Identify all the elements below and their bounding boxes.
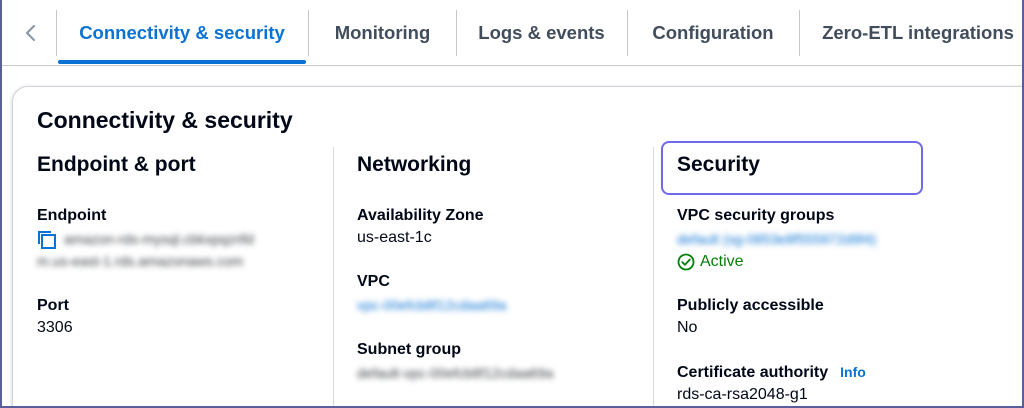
connectivity-security-container: Connectivity & security Endpoint & port … (12, 86, 1022, 406)
certificate-authority-field: Certificate authority Info rds-ca-rsa2048… (677, 361, 997, 406)
security-group-status: Active (677, 251, 997, 273)
copy-icon[interactable] (36, 229, 58, 251)
column-divider (653, 147, 654, 406)
tab-divider (308, 10, 309, 56)
tab-connectivity-security[interactable]: Connectivity & security (58, 0, 306, 66)
vpc-link[interactable]: vpc-00efcb8f12cdaa69a (357, 293, 637, 317)
certificate-authority-info-link[interactable]: Info (840, 364, 866, 380)
certificate-authority-label-row: Certificate authority Info (677, 361, 997, 384)
endpoint-port-column: Endpoint & port Endpoint amazon-rds-mysq… (37, 153, 317, 361)
networking-column: Networking Availability Zone us-east-1c … (357, 153, 637, 406)
security-group-link[interactable]: default (sg-0853e8f555972d9f4) (677, 227, 997, 251)
certificate-authority-label: Certificate authority (677, 364, 829, 381)
tab-label: Logs & events (478, 22, 605, 43)
vpc-security-groups-field: VPC security groups default (sg-0853e8f5… (677, 205, 997, 273)
endpoint-value-line2: m.us-east-1.rds.amazonaws.com (37, 253, 244, 269)
publicly-accessible-value: No (677, 319, 698, 336)
tab-label: Zero-ETL integrations (822, 22, 1014, 43)
tabs-scroll-left-button[interactable] (16, 18, 46, 48)
endpoint-value-line1: amazon-rds-mysql.cbkxpqzrifd (64, 231, 254, 247)
tab-logs-events[interactable]: Logs & events (457, 0, 626, 66)
check-circle-icon (677, 253, 695, 271)
tab-label: Configuration (652, 22, 774, 43)
availability-zone-label: Availability Zone (357, 207, 484, 224)
vpc-security-groups-label: VPC security groups (677, 207, 835, 224)
section-title-networking: Networking (357, 153, 472, 176)
container-title: Connectivity & security (37, 107, 293, 133)
column-divider (333, 147, 334, 406)
subnet-group-field: Subnet group default-vpc-00efcb8f12cdaa6… (357, 339, 637, 385)
endpoint-label: Endpoint (37, 207, 107, 224)
port-value: 3306 (37, 319, 73, 336)
endpoint-field: Endpoint amazon-rds-mysql.cbkxpqzrifd m.… (37, 205, 317, 273)
vpc-label: VPC (357, 273, 390, 290)
chevron-left-icon (25, 24, 36, 42)
tab-configuration[interactable]: Configuration (628, 0, 798, 66)
publicly-accessible-label: Publicly accessible (677, 297, 824, 314)
status-label: Active (700, 253, 744, 270)
availability-zone-value: us-east-1c (357, 229, 432, 246)
port-field: Port 3306 (37, 295, 317, 339)
section-title-endpoint-port: Endpoint & port (37, 153, 196, 176)
port-label: Port (37, 297, 69, 314)
publicly-accessible-field: Publicly accessible No (677, 295, 997, 339)
subnet-group-label: Subnet group (357, 341, 461, 358)
endpoint-value-row: amazon-rds-mysql.cbkxpqzrifd (37, 227, 317, 251)
vpc-field: VPC vpc-00efcb8f12cdaa69a (357, 271, 637, 317)
security-group-highlight (661, 141, 923, 195)
tab-bar: Connectivity & security Monitoring Logs … (2, 0, 1022, 66)
tab-divider (56, 10, 57, 56)
tab-zero-etl-integrations[interactable]: Zero-ETL integrations (800, 0, 1022, 66)
tab-label: Monitoring (334, 22, 431, 43)
app-frame: Connectivity & security Monitoring Logs … (0, 0, 1024, 408)
availability-zone-field: Availability Zone us-east-1c (357, 205, 637, 249)
certificate-authority-value: rds-ca-rsa2048-g1 (677, 386, 808, 403)
subnet-group-value[interactable]: default-vpc-00efcb8f12cdaa69a (357, 361, 637, 385)
tab-label: Connectivity & security (79, 22, 285, 43)
tab-monitoring[interactable]: Monitoring (310, 0, 455, 66)
endpoint-value[interactable]: amazon-rds-mysql.cbkxpqzrifd (64, 227, 254, 251)
